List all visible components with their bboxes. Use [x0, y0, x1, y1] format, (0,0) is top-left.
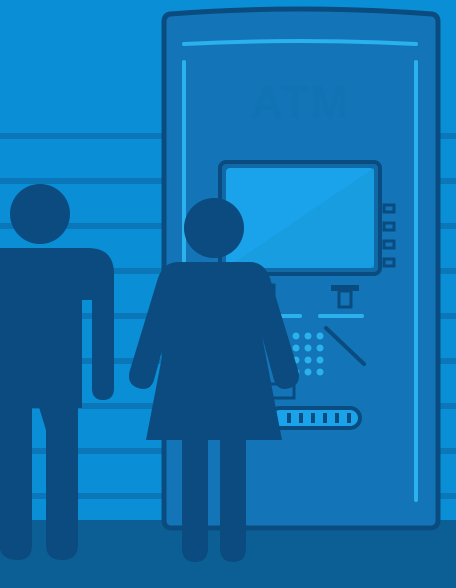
woman-head: [184, 198, 244, 258]
atm-cash-dispenser: [268, 406, 362, 430]
woman-leg-left: [182, 436, 208, 562]
man-leg-left: [0, 404, 32, 560]
atm-scene: ATM: [0, 0, 456, 588]
atm-sign: ATM: [250, 76, 349, 128]
man-torso: [0, 248, 114, 408]
woman-leg-right: [220, 436, 246, 562]
scene-svg: ATM: [0, 0, 456, 588]
man-head: [10, 184, 70, 244]
